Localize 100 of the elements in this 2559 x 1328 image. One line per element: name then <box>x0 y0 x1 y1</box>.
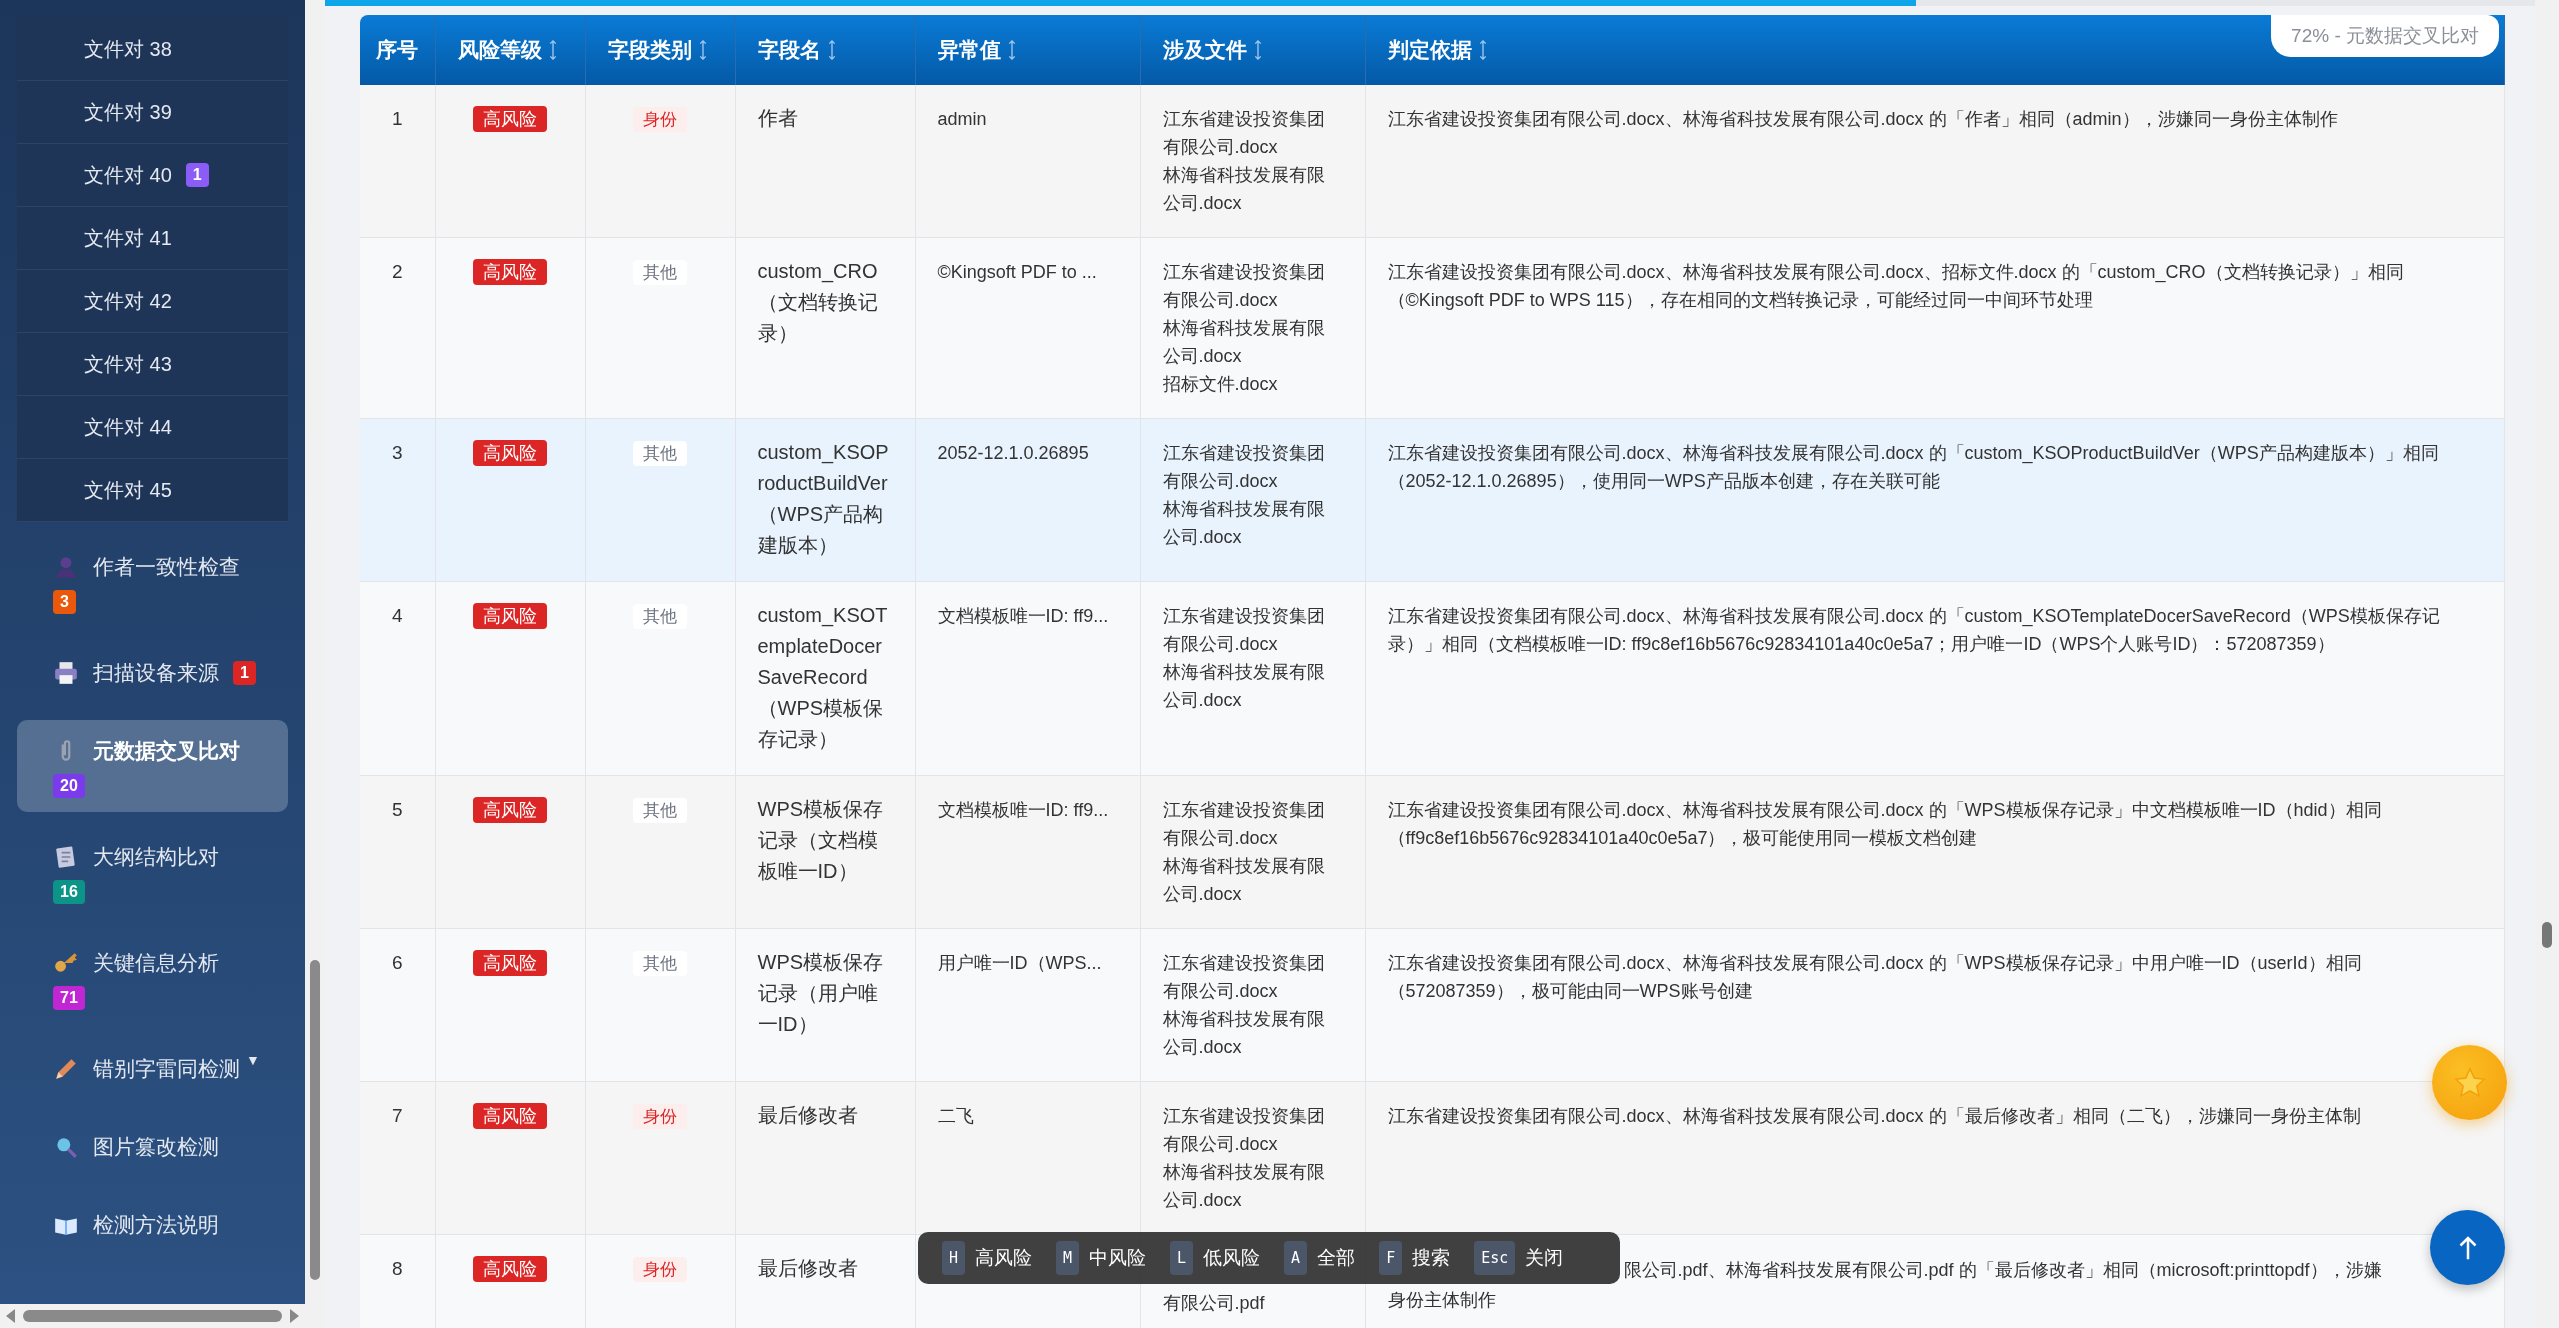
key-cap: A <box>1284 1241 1308 1275</box>
field-name: WPS模板保存记录（用户唯一ID） <box>757 950 885 1037</box>
row-number: 3 <box>391 442 403 463</box>
risk-badge: 高风险 <box>473 797 547 823</box>
file-name: 江东省建设投资集团 <box>1162 108 1326 131</box>
basis-text: 限公司.pdf、林海省科技发展有限公司.pdf 的「最后修改者」相同（microsoft:printtopdf），涉嫌 <box>1623 1259 2382 1282</box>
file-name: 有限公司.docx <box>1162 827 1279 850</box>
key-cap: F <box>1379 1241 1403 1275</box>
field-name: custom_KSOProductBuildVer（WPS产品构建版本） <box>757 440 890 558</box>
category-tag: 其他 <box>633 604 687 629</box>
row-number: 8 <box>391 1258 403 1279</box>
category-tag: 其他 <box>633 260 687 285</box>
key-cap: M <box>1056 1241 1080 1275</box>
row-number: 5 <box>391 799 403 820</box>
file-name: 公司.docx <box>1162 345 1243 368</box>
row-number: 7 <box>391 1105 403 1126</box>
file-name: 林海省科技发展有限 <box>1162 1161 1326 1184</box>
count-badge: 20 <box>53 774 85 798</box>
nav-label: 元数据交叉比对 <box>93 738 240 764</box>
shortcut-label: 关闭 <box>1525 1246 1564 1270</box>
anomaly-value: 文档模板唯一ID: ff9... <box>937 606 1109 626</box>
nav-label: 关键信息分析 <box>93 950 219 976</box>
shortcut-label: 低风险 <box>1203 1246 1261 1270</box>
risk-badge: 高风险 <box>473 1103 547 1129</box>
shortcut-label: 中风险 <box>1089 1246 1147 1270</box>
risk-badge: 高风险 <box>473 950 547 976</box>
file-name: 林海省科技发展有限 <box>1162 1008 1326 1031</box>
category-tag: 身份 <box>633 107 687 132</box>
file-name: 公司.docx <box>1162 1036 1243 1059</box>
count-badge: 16 <box>53 880 85 904</box>
risk-badge: 高风险 <box>473 1256 547 1282</box>
file-name: 江东省建设投资集团 <box>1162 1105 1326 1128</box>
column-header: 序号 <box>360 15 435 85</box>
basis-text: 江东省建设投资集团有限公司.docx、林海省科技发展有限公司.docx 的「custom_KSOProductBuildVer（WPS产品构建版本）」相同（2052-12.1.0.26895），使用同一WPS产品版本创建，存在关联可能 <box>1387 443 2439 491</box>
shortcut-label: 搜索 <box>1412 1246 1451 1270</box>
category-tag: 其他 <box>633 798 687 823</box>
basis-text: 身份主体制作 <box>1387 1290 1496 1310</box>
file-name: 林海省科技发展有限 <box>1162 164 1326 187</box>
file-name: 江东省建设投资集团 <box>1162 952 1326 975</box>
nav-label: 错别字雷同检测 <box>93 1056 240 1082</box>
file-name: 有限公司.pdf <box>1162 1292 1266 1315</box>
file-name: 公司.docx <box>1162 1189 1243 1212</box>
file-name: 林海省科技发展有限 <box>1162 317 1326 340</box>
key-cap: H <box>942 1241 966 1275</box>
file-name: 有限公司.docx <box>1162 470 1279 493</box>
basis-text: 江东省建设投资集团有限公司.docx、林海省科技发展有限公司.docx 的「作者」相同（admin），涉嫌同一身份主体制作 <box>1387 109 2338 129</box>
field-name: WPS模板保存记录（文档模板唯一ID） <box>757 797 885 884</box>
file-name: 林海省科技发展有限 <box>1162 855 1326 878</box>
file-name: 有限公司.docx <box>1162 289 1279 312</box>
category-tag: 身份 <box>633 1257 687 1282</box>
file-name: 有限公司.docx <box>1162 1133 1279 1156</box>
shortcut-label: 全部 <box>1317 1246 1356 1270</box>
file-name: 有限公司.docx <box>1162 980 1279 1003</box>
field-name: 最后修改者 <box>757 1256 859 1281</box>
category-tag: 其他 <box>633 441 687 466</box>
nav-label: 大纲结构比对 <box>93 844 219 870</box>
basis-text: 江东省建设投资集团有限公司.docx、林海省科技发展有限公司.docx、招标文件.docx 的「custom_CRO（文档转换记录）」相同（©Kingsoft PDF to WPS 115），存在相同的文档转换记录，可能经过同一中间环节处理 <box>1387 262 2404 310</box>
risk-badge: 高风险 <box>473 106 547 132</box>
risk-badge: 高风险 <box>473 259 547 285</box>
shortcut-label: 高风险 <box>975 1246 1033 1270</box>
file-name: 公司.docx <box>1162 883 1243 906</box>
category-tag: 身份 <box>633 1104 687 1129</box>
basis-text: 江东省建设投资集团有限公司.docx、林海省科技发展有限公司.docx 的「WPS模板保存记录」中用户唯一ID（userId）相同（572087359），极可能由同一WPS账号创建 <box>1387 953 2362 1001</box>
field-name: custom_KSOTemplateDocerSaveRecord（WPS模板保存记录） <box>757 603 889 752</box>
basis-text: 江东省建设投资集团有限公司.docx、林海省科技发展有限公司.docx 的「custom_KSOTemplateDocerSaveRecord（WPS模板保存记录）」相同（文档模板唯一ID: ff9c8ef16b5676c92834101a40c0e5a7；用户唯一ID（WPS个人账号ID）：572087359） <box>1387 606 2440 654</box>
field-name: 最后修改者 <box>757 1103 859 1128</box>
count-badge: 71 <box>53 986 85 1010</box>
progress-toast: 72% - 元数据交叉比对 <box>2271 15 2499 57</box>
anomaly-value: admin <box>937 109 987 129</box>
count-badge: 1 <box>185 163 209 187</box>
nav-label: 检测方法说明 <box>93 1212 219 1238</box>
file-name: 有限公司.docx <box>1162 136 1279 159</box>
file-name: 江东省建设投资集团 <box>1162 799 1326 822</box>
key-cap: L <box>1170 1241 1194 1275</box>
risk-badge: 高风险 <box>473 440 547 466</box>
anomaly-value: ©Kingsoft PDF to ... <box>937 262 1097 282</box>
count-badge: 3 <box>53 590 76 614</box>
file-name: 林海省科技发展有限 <box>1162 498 1326 521</box>
anomaly-value: 文档模板唯一ID: ff9... <box>937 800 1109 820</box>
row-number: 6 <box>391 952 403 973</box>
file-name: 公司.docx <box>1162 689 1243 712</box>
anomaly-value: 用户唯一ID（WPS... <box>937 953 1102 973</box>
nav-label: 作者一致性检查 <box>93 554 240 580</box>
row-number: 4 <box>391 605 403 626</box>
row-number: 1 <box>391 108 403 129</box>
anomaly-value: 2052-12.1.0.26895 <box>937 443 1089 463</box>
basis-text: 江东省建设投资集团有限公司.docx、林海省科技发展有限公司.docx 的「最后修改者」相同（二飞），涉嫌同一身份主体制 <box>1387 1106 2361 1126</box>
risk-badge: 高风险 <box>473 603 547 629</box>
file-name: 招标文件.docx <box>1162 373 1279 396</box>
key-cap: Esc <box>1474 1241 1516 1275</box>
anomaly-value: 二飞 <box>937 1106 974 1126</box>
basis-text: 江东省建设投资集团有限公司.docx、林海省科技发展有限公司.docx 的「WPS模板保存记录」中文档模板唯一ID（hdid）相同（ff9c8ef16b5676c92834101a40c0e5a7），极可能使用同一模板文档创建 <box>1387 800 2382 848</box>
row-number: 2 <box>391 261 403 282</box>
field-name: 作者 <box>757 106 799 131</box>
nav-label: 图片篡改检测 <box>93 1134 219 1160</box>
category-tag: 其他 <box>633 951 687 976</box>
nav-label: 扫描设备来源 <box>93 660 219 686</box>
file-name: 有限公司.docx <box>1162 633 1279 656</box>
file-name: 江东省建设投资集团 <box>1162 442 1326 465</box>
file-name: 林海省科技发展有限 <box>1162 661 1326 684</box>
